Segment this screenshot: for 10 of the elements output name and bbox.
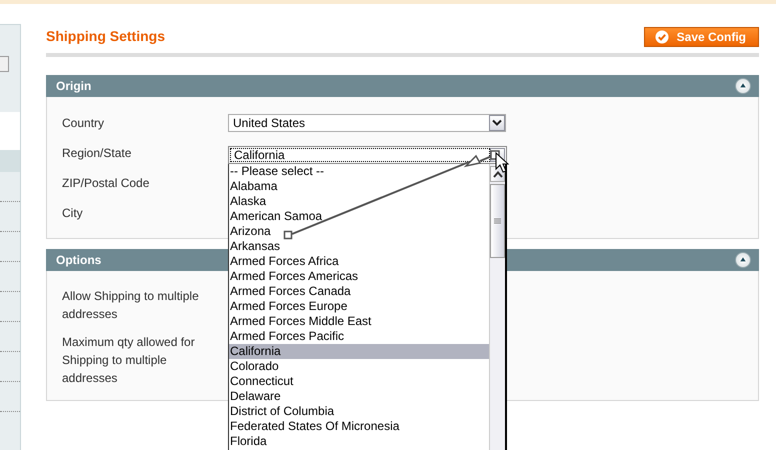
- field-label: Allow Shipping to multiple addresses: [62, 288, 200, 323]
- section-title: Options: [56, 252, 102, 269]
- page-title: Shipping Settings: [46, 27, 165, 46]
- field-label: City: [62, 205, 83, 222]
- field-label: Country: [62, 115, 104, 132]
- field-label: ZIP/Postal Code: [62, 175, 150, 192]
- field-label: Maximum qty allowed for Shipping to multiple addresses: [62, 334, 196, 387]
- field-label: Region/State: [62, 145, 132, 162]
- section-title: Origin: [56, 78, 92, 95]
- select-value: United States: [233, 115, 306, 131]
